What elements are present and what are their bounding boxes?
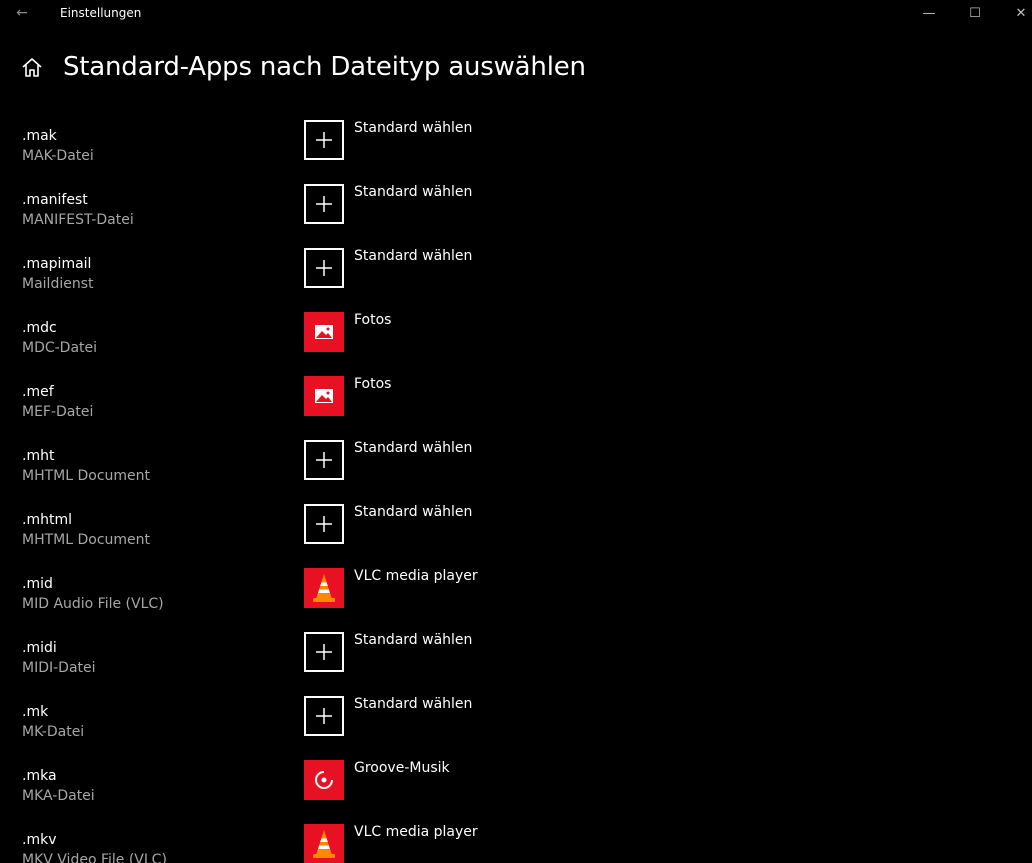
default-app-name: Standard wählen xyxy=(354,632,473,648)
file-type-description: MK-Datei xyxy=(22,724,85,740)
close-icon: ✕ xyxy=(1015,5,1027,21)
title-bar: ← Einstellungen — ☐ ✕ xyxy=(0,0,1032,26)
file-type-description: MKV Video File (VLC) xyxy=(22,852,167,863)
filetype-row: .mhtml MHTML Document Standard wählen xyxy=(0,502,1032,566)
default-app-name: Standard wählen xyxy=(354,504,473,520)
file-extension: .mhtml xyxy=(22,512,72,528)
default-app-button[interactable]: Groove-Musik xyxy=(304,760,564,800)
default-app-name: VLC media player xyxy=(354,568,478,584)
file-type-description: MID Audio File (VLC) xyxy=(22,596,164,612)
plus-icon xyxy=(304,248,344,288)
default-app-name: Standard wählen xyxy=(354,184,473,200)
filetype-row: .mdc MDC-Datei Fotos xyxy=(0,310,1032,374)
minimize-button[interactable]: — xyxy=(906,0,952,26)
window-title: Einstellungen xyxy=(60,6,142,20)
file-type-description: MHTML Document xyxy=(22,532,151,548)
filetype-list-viewport[interactable]: MTV Video File (VLC).makMAK-DateiStandar… xyxy=(0,26,1032,863)
plus-icon xyxy=(304,504,344,544)
file-extension: .mk xyxy=(22,704,49,720)
default-app-name: Standard wählen xyxy=(354,696,473,712)
file-extension: .manifest xyxy=(22,192,88,208)
vlc-icon xyxy=(304,568,344,608)
filetype-row: .mak MAK-Datei Standard wählen xyxy=(0,118,1032,182)
filetype-row: .mk MK-Datei Standard wählen xyxy=(0,694,1032,758)
file-type-description: MAK-Datei xyxy=(22,148,94,164)
filetype-row: .manifest MANIFEST-Datei Standard wählen xyxy=(0,182,1032,246)
plus-icon xyxy=(304,440,344,480)
default-app-button[interactable]: Standard wählen xyxy=(304,632,564,672)
plus-icon xyxy=(304,632,344,672)
file-extension: .midi xyxy=(22,640,57,656)
groove-icon xyxy=(304,760,344,800)
default-app-button[interactable]: Fotos xyxy=(304,312,564,352)
default-app-name: VLC media player xyxy=(354,824,478,840)
filetype-row: .midi MIDI-Datei Standard wählen xyxy=(0,630,1032,694)
file-extension: .mkv xyxy=(22,832,57,848)
file-extension: .mka xyxy=(22,768,57,784)
default-app-name: Fotos xyxy=(354,312,392,328)
default-app-name: Standard wählen xyxy=(354,248,473,264)
back-arrow-icon: ← xyxy=(16,5,28,21)
filetype-list: MTV Video File (VLC).makMAK-DateiStandar… xyxy=(0,54,1032,863)
filetype-row: .mid MID Audio File (VLC) VLC media player xyxy=(0,566,1032,630)
maximize-button[interactable]: ☐ xyxy=(952,0,998,26)
page-header: Standard-Apps nach Dateityp auswählen xyxy=(0,40,1032,98)
minimize-icon: — xyxy=(922,5,936,21)
close-button[interactable]: ✕ xyxy=(998,0,1032,26)
file-extension: .mapimail xyxy=(22,256,92,272)
file-type-description: MHTML Document xyxy=(22,468,151,484)
default-app-name: Standard wählen xyxy=(354,120,473,136)
file-type-description: MKA-Datei xyxy=(22,788,95,804)
default-app-button[interactable]: Standard wählen xyxy=(304,248,564,288)
plus-icon xyxy=(304,696,344,736)
default-app-button[interactable]: Standard wählen xyxy=(304,120,564,160)
filetype-row: .mef MEF-Datei Fotos xyxy=(0,374,1032,438)
file-type-description: Maildienst xyxy=(22,276,94,292)
file-type-description: MDC-Datei xyxy=(22,340,98,356)
page-title: Standard-Apps nach Dateityp auswählen xyxy=(63,52,586,82)
file-extension: .mef xyxy=(22,384,54,400)
default-app-button[interactable]: Standard wählen xyxy=(304,440,564,480)
default-app-button[interactable]: Fotos xyxy=(304,376,564,416)
photos-icon xyxy=(304,312,344,352)
default-app-name: Fotos xyxy=(354,376,392,392)
file-extension: .mid xyxy=(22,576,53,592)
filetype-row: .mkv MKV Video File (VLC) VLC media player xyxy=(0,822,1032,863)
back-button[interactable]: ← xyxy=(0,0,44,26)
home-icon[interactable] xyxy=(20,56,44,80)
filetype-row: .mapimail Maildienst Standard wählen xyxy=(0,246,1032,310)
filetype-row: .mka MKA-Datei Groove-Musik xyxy=(0,758,1032,822)
default-app-button[interactable]: VLC media player xyxy=(304,568,564,608)
file-type-description: MEF-Datei xyxy=(22,404,94,420)
default-app-button[interactable]: Standard wählen xyxy=(304,184,564,224)
file-extension: .mak xyxy=(22,128,57,144)
photos-icon xyxy=(304,376,344,416)
file-extension: .mht xyxy=(22,448,55,464)
file-type-description: MANIFEST-Datei xyxy=(22,212,134,228)
plus-icon xyxy=(304,184,344,224)
file-extension: .mdc xyxy=(22,320,57,336)
vlc-icon xyxy=(304,824,344,863)
filetype-row: .mht MHTML Document Standard wählen xyxy=(0,438,1032,502)
default-app-name: Standard wählen xyxy=(354,440,473,456)
default-app-button[interactable]: Standard wählen xyxy=(304,504,564,544)
maximize-icon: ☐ xyxy=(969,5,981,21)
default-app-button[interactable]: Standard wählen xyxy=(304,696,564,736)
file-type-description: MIDI-Datei xyxy=(22,660,96,676)
default-app-button[interactable]: VLC media player xyxy=(304,824,564,863)
default-app-name: Groove-Musik xyxy=(354,760,450,776)
plus-icon xyxy=(304,120,344,160)
